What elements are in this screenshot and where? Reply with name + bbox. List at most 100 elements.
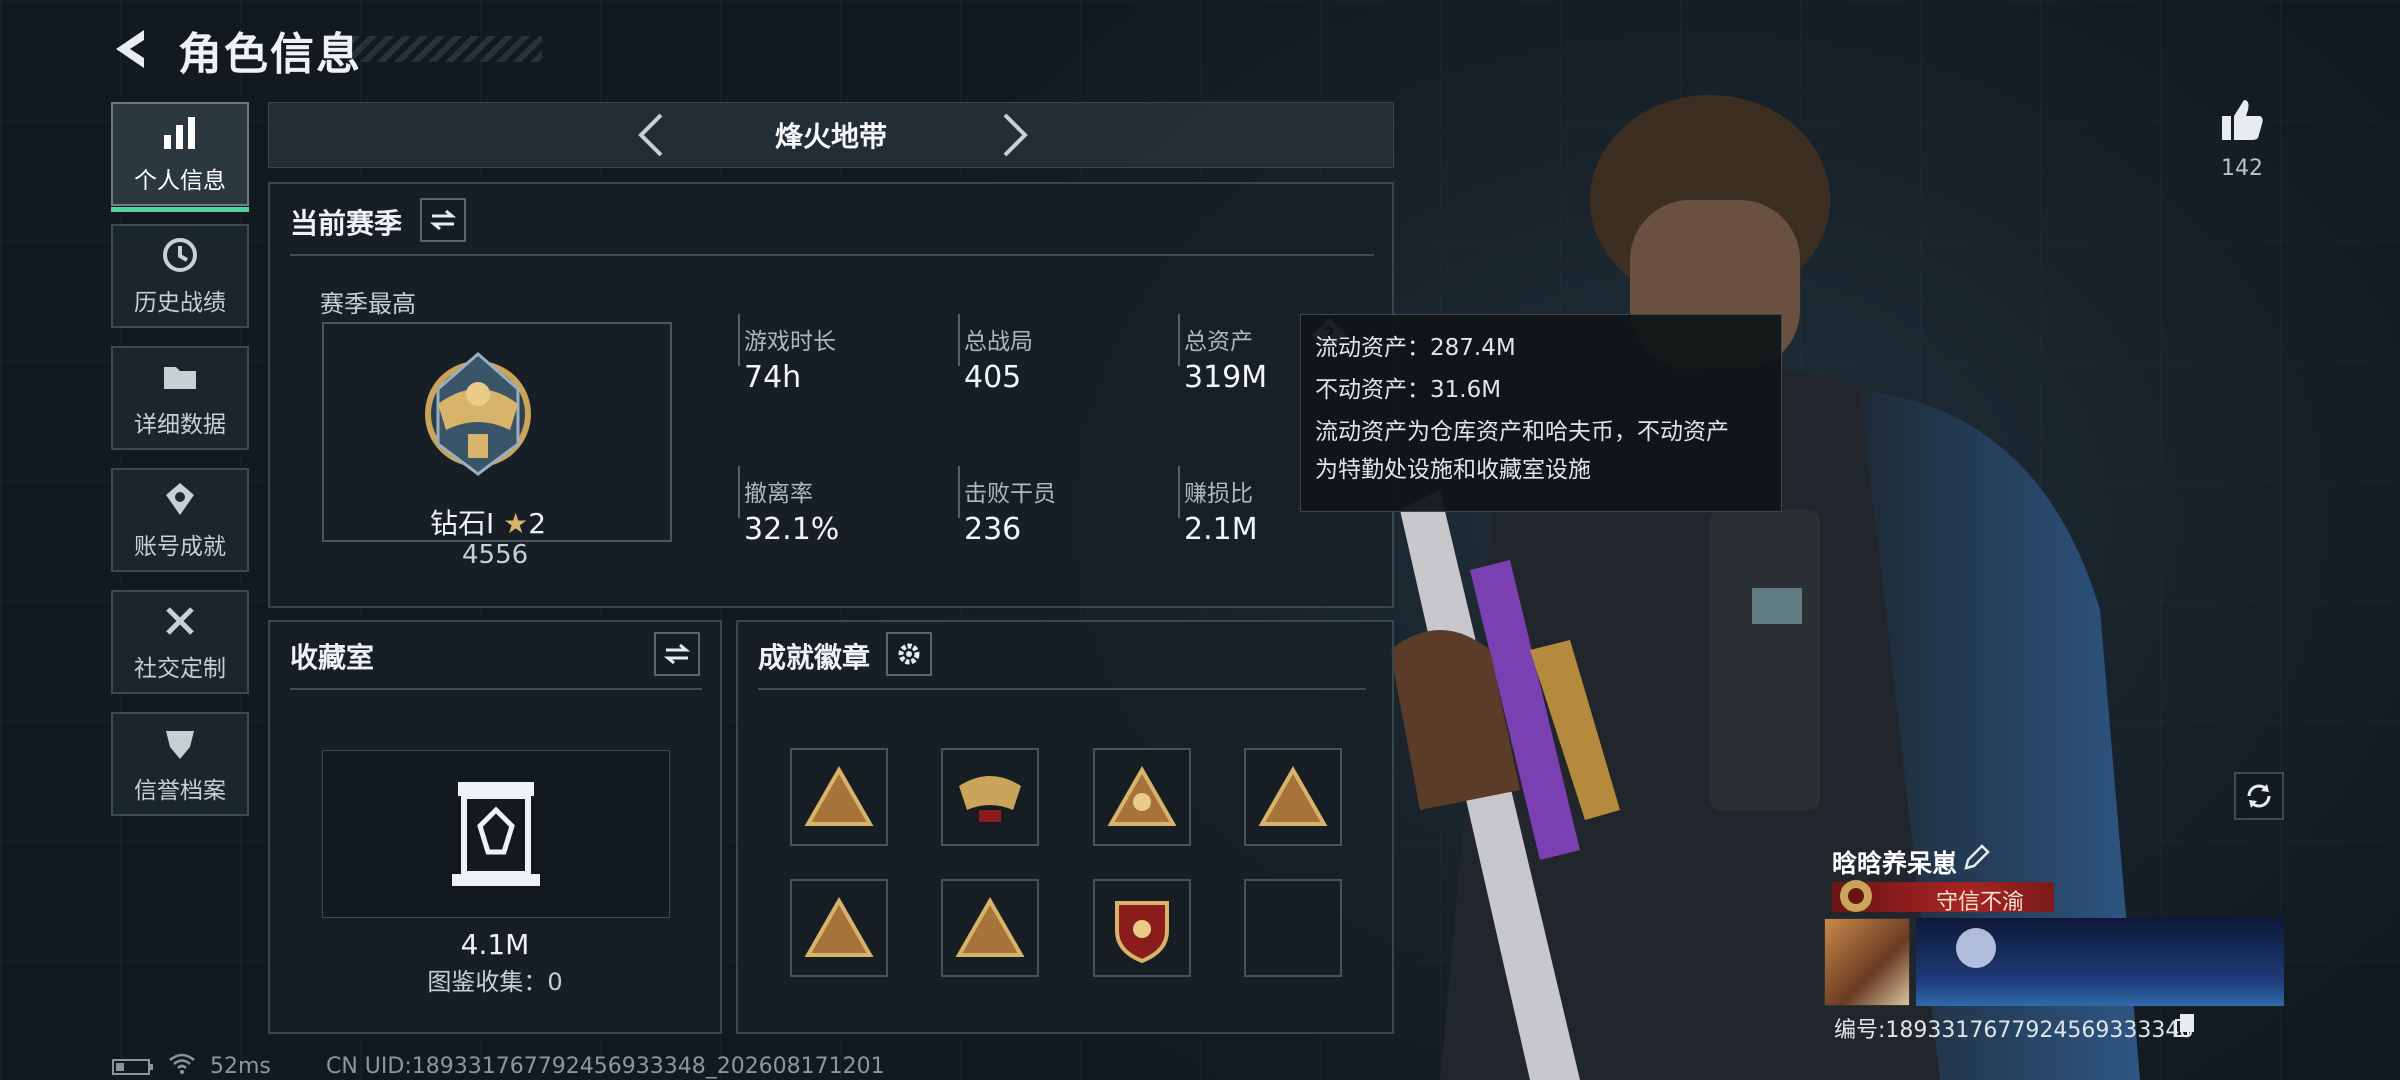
achievements-settings-button[interactable]: [886, 632, 932, 676]
like-thumb-icon[interactable]: [2218, 96, 2266, 144]
divider: [290, 254, 1374, 256]
credit-icon: [166, 731, 194, 759]
rank-stars: 2: [528, 507, 547, 540]
badge-triangle-icon: [1258, 766, 1328, 826]
nav-label: 信誉档案: [134, 778, 226, 804]
nav-detail-data[interactable]: 详细数据: [111, 346, 249, 450]
tooltip-fixed-assets: 不动资产：31.6M: [1315, 377, 1502, 403]
player-id: 编号:1893317677924569333348: [1834, 1018, 2194, 1043]
rank-name: 钻石Ⅰ: [430, 507, 495, 540]
nav-personal-info[interactable]: 个人信息: [111, 102, 249, 212]
achievement-badge[interactable]: [790, 748, 888, 846]
stat-value-assets: 319M: [1184, 360, 1268, 395]
achievement-badge[interactable]: [941, 879, 1039, 977]
collection-catalog: 图鉴收集：0: [427, 968, 563, 996]
stat-value-matches: 405: [964, 360, 1022, 395]
badge-triangle-icon: [804, 766, 874, 826]
achievement-badge[interactable]: [790, 879, 888, 977]
page-title: 角色信息: [178, 29, 362, 80]
tooltip-liquid-assets: 流动资产：287.4M: [1315, 335, 1516, 361]
badge-shield-icon: [1115, 901, 1169, 963]
title-badge-text: 守信不渝: [1936, 890, 2025, 915]
assets-tooltip: 流动资产：287.4M 不动资产：31.6M 流动资产为仓库资产和哈夫币，不动资…: [1300, 314, 1782, 512]
title-decoration: [352, 36, 542, 62]
stat-label-assets: 总资产: [1184, 329, 1253, 355]
divider: [290, 688, 702, 690]
stat-divider: [1178, 314, 1180, 366]
battery-icon: [112, 1059, 153, 1075]
collection-panel: 收藏室 4.1M 图鉴收集：0: [268, 620, 722, 1034]
nav-history[interactable]: 历史战绩: [111, 224, 249, 328]
collection-title: 收藏室: [290, 641, 375, 674]
star-icon: ★: [503, 507, 529, 540]
back-arrow-icon[interactable]: [110, 26, 156, 72]
achievement-badge[interactable]: [1244, 748, 1342, 846]
season-switch-button[interactable]: [420, 198, 466, 242]
stat-divider: [958, 466, 960, 518]
refresh-icon: [2247, 784, 2271, 808]
badge-triangle-icon: [955, 897, 1025, 957]
stat-divider: [958, 314, 960, 366]
ping-text: 52ms: [210, 1054, 271, 1079]
stat-label-matches: 总战局: [964, 329, 1033, 355]
badge-eagle-icon: [959, 776, 1021, 822]
copy-icon[interactable]: [2174, 1012, 2196, 1038]
achievement-badge[interactable]: [1093, 748, 1191, 846]
current-mode-label: 烽火地带: [774, 120, 887, 153]
tools-icon: [166, 607, 194, 635]
nav-achievements[interactable]: 账号成就: [111, 468, 249, 572]
stat-divider: [738, 466, 740, 518]
swap-icon: [430, 209, 456, 231]
rank-score: 4556: [462, 540, 529, 570]
stat-divider: [738, 314, 740, 366]
nav-social-custom[interactable]: 社交定制: [111, 590, 249, 694]
stat-label-profit-ratio: 赚损比: [1184, 481, 1253, 507]
stat-label-playtime: 游戏时长: [744, 329, 836, 355]
banner-moon: [1956, 928, 1996, 968]
rank-medal-icon: [425, 352, 531, 476]
nav-label: 个人信息: [134, 168, 226, 194]
next-mode-arrow-icon[interactable]: [993, 111, 1037, 159]
season-title: 当前赛季: [290, 207, 403, 240]
tooltip-desc-1: 流动资产为仓库资产和哈夫币，不动资产: [1315, 419, 1729, 445]
nav-label: 账号成就: [134, 534, 226, 560]
folder-icon: [164, 367, 196, 389]
title-emblem-icon: [1840, 880, 1872, 912]
achievement-icon: [166, 483, 194, 515]
achievements-title: 成就徽章: [758, 641, 871, 674]
stat-divider: [1178, 466, 1180, 518]
nav-credit-record[interactable]: 信誉档案: [111, 712, 249, 816]
profile-banner: [1916, 918, 2284, 1006]
uid-text: CN UID:189331767792456933348_20260817120…: [326, 1054, 885, 1079]
achievement-badge[interactable]: [941, 748, 1039, 846]
avatar[interactable]: [1824, 918, 1910, 1006]
rotate-character-button[interactable]: [2234, 772, 2284, 820]
stat-label-kills: 击败干员: [964, 481, 1056, 507]
achievement-badge[interactable]: [1093, 879, 1191, 977]
edit-pencil-icon[interactable]: [1962, 844, 1990, 872]
player-name: 晗晗养呆崽: [1832, 849, 1958, 878]
collection-value: 4.1M: [460, 928, 530, 961]
achievement-badge-empty[interactable]: [1244, 879, 1342, 977]
stat-value-profit-ratio: 2.1M: [1184, 512, 1258, 547]
stat-value-extract-rate: 32.1%: [744, 512, 840, 547]
wifi-icon: [169, 1053, 195, 1074]
tooltip-desc-2: 为特勤处设施和收藏室设施: [1315, 457, 1591, 483]
season-best-label: 赛季最高: [320, 290, 416, 318]
badge-triangle-icon: [1107, 766, 1177, 826]
stat-value-playtime: 74h: [744, 360, 802, 395]
like-count: 142: [2221, 156, 2263, 181]
stat-value-kills: 236: [964, 512, 1022, 547]
rank-label: 钻石Ⅰ ★2: [430, 502, 546, 542]
collection-switch-button[interactable]: [654, 632, 700, 676]
badge-triangle-icon: [804, 897, 874, 957]
gear-icon: [898, 643, 920, 665]
bar-chart-icon: [164, 117, 195, 149]
stat-label-extract-rate: 撤离率: [744, 481, 813, 507]
collection-room-icon: [452, 782, 540, 886]
nav-label: 详细数据: [134, 412, 226, 438]
nav-label: 社交定制: [134, 656, 226, 682]
nav-label: 历史战绩: [134, 290, 226, 316]
history-icon: [163, 238, 197, 272]
season-panel: 当前赛季 赛季最高 钻石Ⅰ ★2 4556 游戏时长 74h 总战局 405 总…: [268, 182, 1394, 608]
